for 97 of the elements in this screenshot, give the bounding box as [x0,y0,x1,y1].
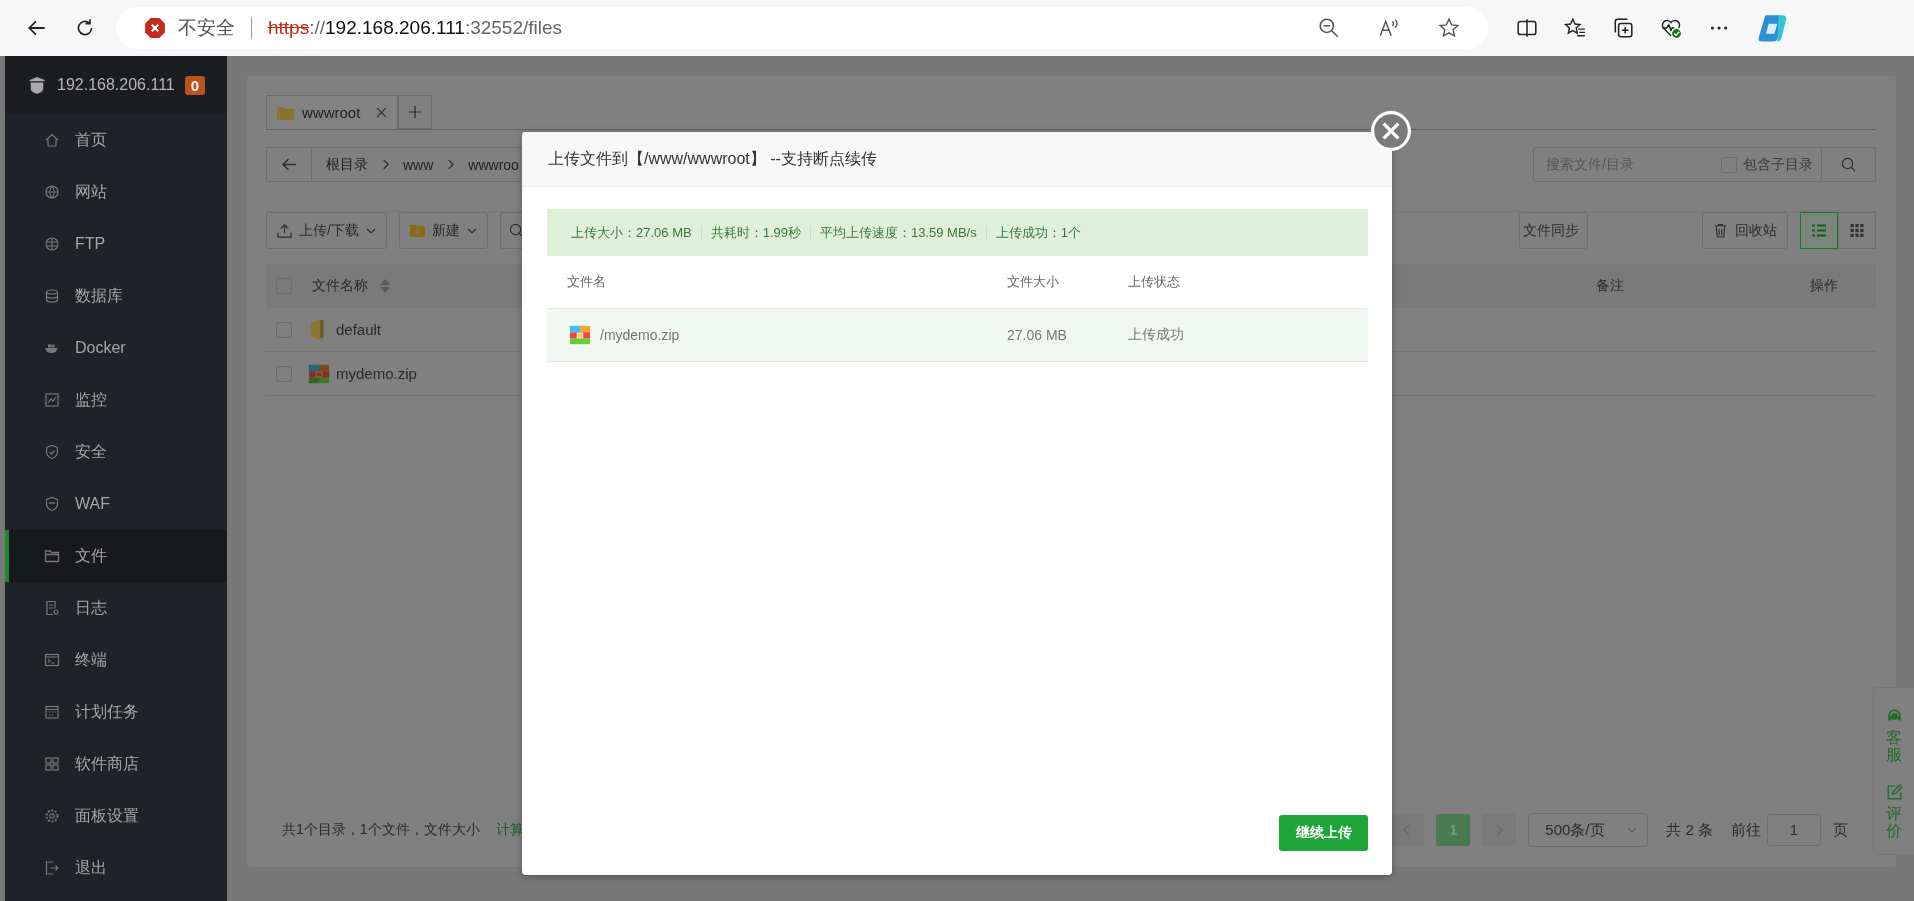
upload-stat: 共耗时：1.99秒 [710,223,801,242]
path-segment[interactable]: www [403,156,434,173]
list-icon [1812,224,1826,237]
continue-upload-button[interactable]: 继续上传 [1279,815,1368,851]
sidebar-item[interactable]: WAF [5,478,227,530]
path-segment[interactable]: wwwroo [468,156,519,173]
archive-icon [567,324,593,346]
sidebar-item[interactable]: 安全 [5,426,227,478]
plus-icon [409,106,421,118]
sidebar-item[interactable]: 数据库 [5,270,227,322]
file-size: 27.06 MB [1007,327,1068,343]
goto-label: 前往 [1731,820,1761,840]
caret-icon [365,227,376,234]
upload-stat: 平均上传速度：13.59 MB/s [819,223,977,242]
sidebar-item[interactable]: 监控 [5,374,227,426]
split-screen-icon[interactable] [1516,17,1538,39]
page-size-select[interactable]: 500条/页 [1528,813,1649,847]
upload-download-button[interactable]: 上传/下载 [266,212,387,249]
chart-icon [44,392,60,408]
column-header: 上传状态 [1128,273,1181,291]
folder-plus-icon [409,223,425,238]
path-segment[interactable]: 根目录 [326,155,368,174]
castle-logo-icon [27,75,47,95]
archive-icon [308,362,330,385]
sidebar-item[interactable]: 计划任务 [5,686,227,738]
search-icon [1841,157,1856,172]
heart-check-icon[interactable] [1660,17,1682,39]
folder-icon [44,548,60,564]
chevron-icon [447,159,455,170]
calendar-icon [44,704,60,720]
total-count: 共 2 条 [1666,820,1713,840]
file-name: /mydemo.zip [600,327,680,343]
sidebar-item[interactable]: 日志 [5,582,227,634]
file-name[interactable]: default [336,321,382,338]
page-unit-label: 页 [1833,820,1848,840]
sidebar-item[interactable]: 文件 [5,530,227,582]
grid-icon [1850,224,1864,237]
server-address: 192.168.206.111 [57,76,175,94]
recycle-bin-button[interactable]: 回收站 [1702,212,1788,249]
upload-stat: 上传成功：1个 [995,223,1081,242]
grid-icon [44,756,60,772]
column-header: 文件大小 [1007,273,1060,291]
folder-icon [277,105,294,120]
favorites-icon[interactable] [1564,17,1586,39]
notification-badge[interactable]: 0 [184,75,206,95]
upload-stat: 上传大小：27.06 MB [571,223,692,242]
column-header: 备注 [1596,277,1624,295]
zoom-out-icon[interactable] [1318,17,1340,39]
grid-view-button[interactable] [1838,212,1876,249]
list-view-button[interactable] [1800,212,1838,249]
sidebar-item[interactable]: FTP [5,218,227,270]
shield-icon [44,444,60,460]
house-icon [44,132,60,148]
exit-icon [44,860,60,876]
sidebar-item[interactable]: 软件商店 [5,738,227,790]
sidebar-item[interactable]: Docker [5,322,227,374]
shield-icon [44,496,60,512]
column-header[interactable]: 文件名称 [312,277,368,295]
add-tab-button[interactable] [398,95,432,129]
database-icon [44,288,60,304]
left-arrow-icon [281,157,297,172]
file-sync-button[interactable]: 文件同步 [1519,212,1589,249]
address-bar[interactable]: 不安全 https://192.168.206.111:32552/files [116,7,1488,49]
sidebar-item[interactable]: 面板设置 [5,790,227,842]
sidebar-item[interactable]: 网站 [5,166,227,218]
trash-icon [1713,223,1728,238]
folder-tab[interactable]: wwwroot [266,95,398,129]
caret-icon [466,227,477,234]
file-name[interactable]: mydemo.zip [336,365,417,382]
close-icon[interactable] [376,107,387,118]
terminal-icon [44,652,60,668]
file-summary: 共1个目录，1个文件，文件大小 [282,821,480,839]
search-icon [508,223,524,238]
read-aloud-icon[interactable] [1378,17,1400,39]
sidebar-item[interactable]: 终端 [5,634,227,686]
collections-icon[interactable] [1612,17,1634,39]
gear-icon [44,808,60,824]
upload-status: 上传成功 [1128,326,1185,344]
url-text: https://192.168.206.111:32552/files [268,17,563,39]
globe-icon [44,236,60,252]
prev-page-button[interactable] [1390,814,1425,846]
checkbox-label: 包含子目录 [1743,155,1813,174]
upload-icon [277,223,292,238]
column-header: 文件名 [566,273,607,291]
sidebar-item[interactable]: 首页 [5,114,227,166]
chevron-icon [382,159,389,170]
star-icon[interactable] [1438,17,1460,39]
document-icon [44,600,60,616]
column-header: 操作 [1810,277,1838,295]
security-label: 不安全 [178,16,235,40]
globe-icon [44,184,60,200]
new-button[interactable]: 新建 [398,212,488,249]
sidebar-item[interactable]: 退出 [5,842,227,894]
page-input[interactable]: 1 [1767,814,1821,846]
warning-icon [144,17,166,39]
dialog-title: 上传文件到【/www/wwwroot】 --支持断点续传 [548,148,877,169]
caret-icon [1627,827,1638,833]
